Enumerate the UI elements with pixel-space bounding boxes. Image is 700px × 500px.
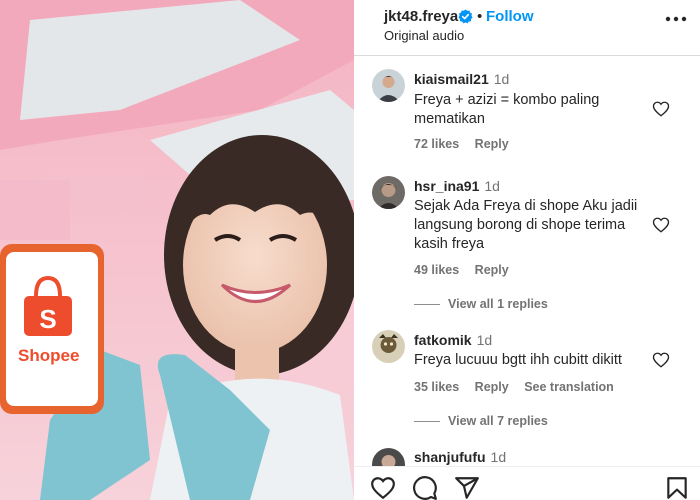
heart-icon[interactable] bbox=[652, 351, 670, 369]
avatar[interactable] bbox=[372, 176, 405, 209]
comment-meta: 49 likes Reply bbox=[414, 263, 521, 277]
comment-time: 1d bbox=[484, 178, 500, 194]
comment-meta: 72 likes Reply bbox=[414, 137, 521, 151]
phone-graphic: S bbox=[0, 244, 104, 414]
comment-icon[interactable] bbox=[412, 475, 438, 500]
svg-text:S: S bbox=[39, 304, 56, 334]
comment-author[interactable]: shanjufufu 1d bbox=[414, 449, 506, 465]
replies-divider bbox=[414, 421, 440, 423]
shopee-brand-label: Shopee bbox=[18, 346, 80, 365]
like-count[interactable]: 49 likes bbox=[414, 263, 459, 277]
comment-meta: 35 likes Reply See translation bbox=[414, 380, 626, 394]
avatar[interactable] bbox=[372, 69, 405, 102]
view-replies-button[interactable]: View all 7 replies bbox=[414, 414, 548, 428]
comment-time: 1d bbox=[493, 71, 510, 87]
original-audio-link[interactable]: Original audio bbox=[384, 28, 464, 43]
comment-author[interactable]: fatkomik 1d bbox=[414, 332, 492, 348]
reply-button[interactable]: Reply bbox=[475, 137, 509, 151]
share-icon[interactable] bbox=[454, 475, 480, 500]
avatar[interactable] bbox=[372, 330, 405, 363]
heart-icon[interactable] bbox=[370, 475, 396, 500]
view-replies-button[interactable]: View all 1 replies bbox=[414, 297, 548, 311]
like-count[interactable]: 72 likes bbox=[414, 137, 459, 151]
replies-divider bbox=[414, 304, 440, 306]
avatar[interactable] bbox=[372, 448, 405, 466]
post-header: jkt48.freya • Follow Original audio bbox=[354, 0, 700, 56]
reply-button[interactable]: Reply bbox=[475, 380, 509, 394]
heart-icon[interactable] bbox=[652, 216, 670, 234]
post-sidebar: jkt48.freya • Follow Original audio kiai… bbox=[354, 0, 700, 500]
comment-text: Sejak Ada Freya di shope Aku jadii langs… bbox=[414, 198, 638, 252]
heart-icon[interactable] bbox=[652, 100, 670, 118]
comment-time: 1d bbox=[476, 332, 493, 348]
separator-dot: • bbox=[477, 8, 483, 25]
follow-button[interactable]: Follow bbox=[486, 8, 534, 25]
comments-list[interactable]: kiaismail21 1d Freya + azizi = kombo pali… bbox=[354, 57, 700, 466]
comment-author[interactable]: kiaismail21 1d bbox=[414, 71, 509, 87]
comment-text: Freya + azizi = kombo paling mematikan bbox=[414, 92, 600, 127]
comment-time: 1d bbox=[490, 449, 507, 465]
verified-badge-icon bbox=[458, 9, 473, 24]
reply-button[interactable]: Reply bbox=[475, 263, 509, 277]
see-translation-button[interactable]: See translation bbox=[524, 380, 614, 394]
like-count[interactable]: 35 likes bbox=[414, 380, 459, 394]
post-photo: S bbox=[0, 0, 354, 500]
comment-author[interactable]: hsr_ina91 1d bbox=[414, 178, 500, 194]
post-actions-bar bbox=[354, 466, 700, 500]
author-username[interactable]: jkt48.freya bbox=[384, 8, 458, 25]
more-options-icon[interactable] bbox=[664, 14, 694, 24]
post-media[interactable]: S Shopee bbox=[0, 0, 354, 500]
comment-text: Freya lucuuu bgtt ihh cubitt dikitt bbox=[414, 352, 622, 368]
bookmark-icon[interactable] bbox=[664, 475, 690, 500]
